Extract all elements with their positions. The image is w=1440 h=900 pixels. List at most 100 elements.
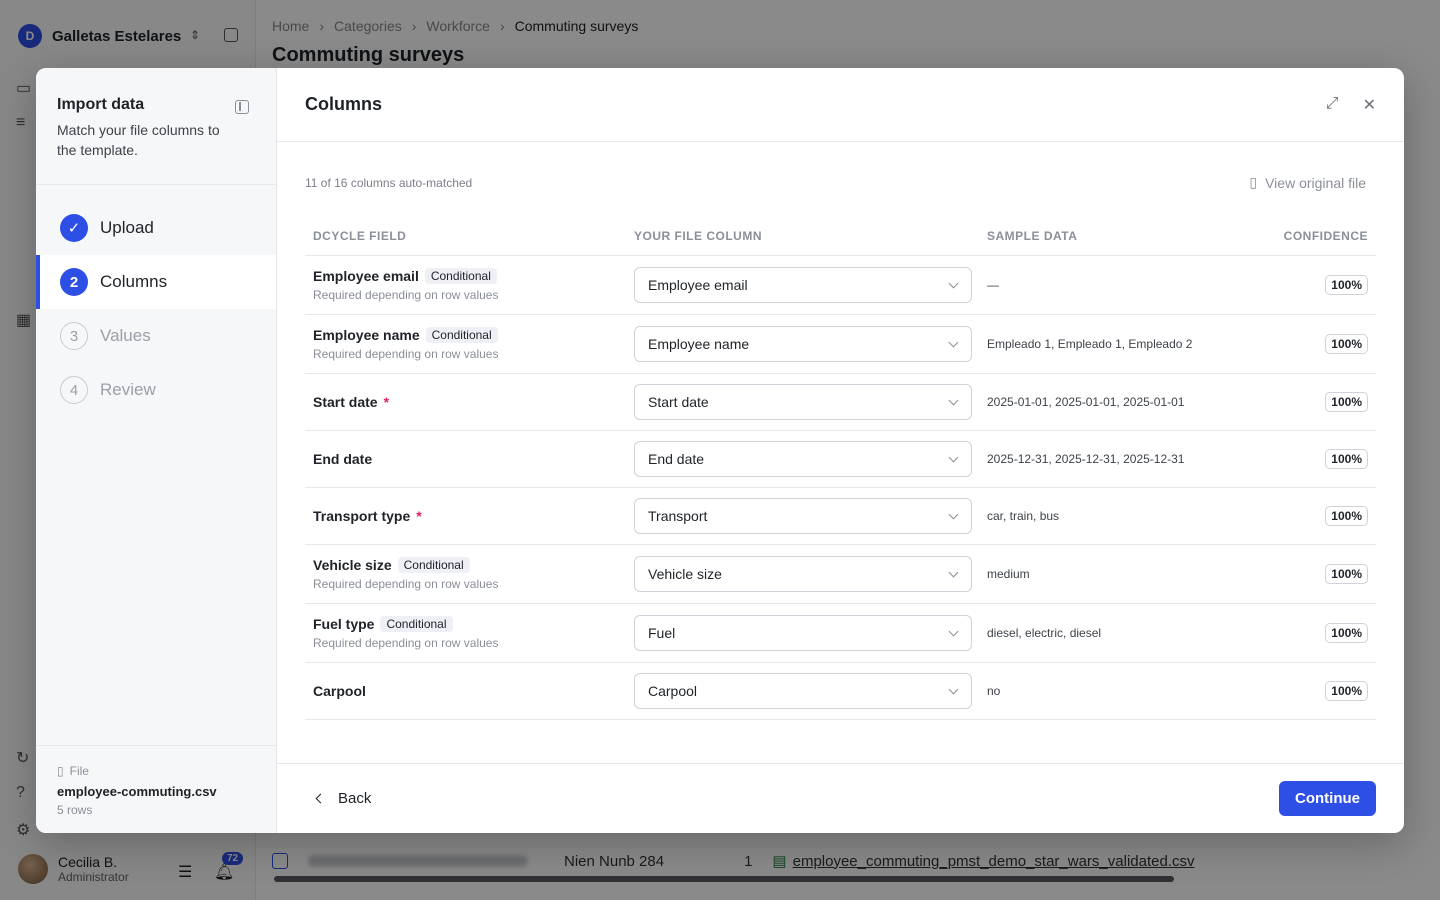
select-value: End date <box>648 451 705 467</box>
document-icon: ▯ <box>57 764 64 778</box>
panel-collapse-icon[interactable] <box>235 100 249 114</box>
conditional-badge: Conditional <box>424 268 497 284</box>
steps-panel: Import data Match your file columns to t… <box>36 68 277 833</box>
chevron-down-icon <box>948 567 959 577</box>
table-row: Start date * Start date 2025-01-01, 2025-01… <box>305 374 1376 431</box>
select-value: Employee email <box>648 277 748 293</box>
file-name: employee-commuting.csv <box>57 784 217 799</box>
conditional-badge: Conditional <box>425 327 498 343</box>
confidence-badge: 100% <box>1325 506 1368 526</box>
chevron-down-icon <box>948 278 959 288</box>
step-review: 4 Review <box>36 363 276 417</box>
field-cell: Carpool <box>313 683 634 699</box>
check-icon: ✓ <box>60 214 88 242</box>
file-column-select[interactable]: Vehicle size <box>634 556 972 592</box>
file-column-select[interactable]: Carpool <box>634 673 972 709</box>
chevron-left-icon <box>315 793 326 804</box>
header-confidence: CONFIDENCE <box>1283 229 1368 243</box>
select-value: Transport <box>648 508 708 524</box>
table-row: End date End date 2025-12-31, 2025-12-31, … <box>305 431 1376 488</box>
back-button[interactable]: Back <box>315 790 372 807</box>
file-info: ▯ File employee-commuting.csv 5 rows <box>36 745 276 833</box>
column-mapping-table: DCYCLE FIELD YOUR FILE COLUMN SAMPLE DAT… <box>305 229 1376 720</box>
steps-header: Import data Match your file columns to t… <box>36 68 276 185</box>
select-value: Vehicle size <box>648 566 722 582</box>
confidence-badge: 100% <box>1325 623 1368 643</box>
field-name: Vehicle size <box>313 557 392 573</box>
field-cell: Fuel type Conditional Required depending o… <box>313 616 634 650</box>
sample-data: diesel, electric, diesel <box>987 626 1102 640</box>
header-file-column: YOUR FILE COLUMN <box>634 229 762 243</box>
step-label: Review <box>100 380 156 399</box>
content-body[interactable]: 11 of 16 columns auto-matched ▯ View ori… <box>305 142 1376 762</box>
file-rows: 5 rows <box>57 803 93 817</box>
conditional-badge: Conditional <box>397 557 470 573</box>
table-row: Fuel type Conditional Required depending o… <box>305 604 1376 663</box>
step-columns[interactable]: 2 Columns <box>36 255 276 309</box>
select-value: Employee name <box>648 336 750 352</box>
chevron-down-icon <box>948 452 959 462</box>
confidence-badge: 100% <box>1325 334 1368 354</box>
continue-button[interactable]: Continue <box>1279 781 1376 816</box>
field-cell: Transport type * <box>313 508 634 524</box>
header-sample: SAMPLE DATA <box>987 229 1078 243</box>
select-value: Carpool <box>648 683 698 699</box>
auto-matched-status: 11 of 16 columns auto-matched <box>305 175 473 190</box>
field-name: Fuel type <box>313 616 375 632</box>
confidence-badge: 100% <box>1325 449 1368 469</box>
sample-data: car, train, bus <box>987 509 1060 523</box>
field-hint: Required depending on row values <box>313 347 499 361</box>
section-title: Columns <box>305 94 383 114</box>
step-label: Upload <box>100 218 154 237</box>
sample-data: 2025-12-31, 2025-12-31, 2025-12-31 <box>987 452 1185 466</box>
modal-subtitle: Match your file columns to the template. <box>57 122 220 158</box>
step-number: 4 <box>60 376 88 404</box>
file-column-select[interactable]: Transport <box>634 498 972 534</box>
confidence-badge: 100% <box>1325 392 1368 412</box>
field-cell: Vehicle size Conditional Required dependin… <box>313 557 634 591</box>
close-icon[interactable]: ✕ <box>1363 95 1376 115</box>
file-column-select[interactable]: Employee email <box>634 267 972 303</box>
content-header: Columns ⤢ ✕ <box>277 68 1404 142</box>
sample-data: — <box>987 278 999 292</box>
expand-icon[interactable]: ⤢ <box>1326 95 1339 115</box>
field-name: Employee name <box>313 327 420 343</box>
steps-list: ✓ Upload 2 Columns 3 Values 4 Review <box>36 185 276 417</box>
table-row: Employee email Conditional Required depend… <box>305 256 1376 315</box>
field-cell: Start date * <box>313 394 634 410</box>
field-name: End date <box>313 451 373 467</box>
table-row: Employee name Conditional Required dependi… <box>305 315 1376 374</box>
back-label: Back <box>338 790 372 807</box>
view-original-file-button[interactable]: ▯ View original file <box>1249 174 1366 191</box>
chevron-down-icon <box>948 626 959 636</box>
file-column-select[interactable]: Fuel <box>634 615 972 651</box>
file-column-select[interactable]: Employee name <box>634 326 972 362</box>
file-column-select[interactable]: Start date <box>634 384 972 420</box>
conditional-badge: Conditional <box>380 616 453 632</box>
file-column-select[interactable]: End date <box>634 441 972 477</box>
table-header: DCYCLE FIELD YOUR FILE COLUMN SAMPLE DAT… <box>305 229 1376 256</box>
step-number: 3 <box>60 322 88 350</box>
confidence-badge: 100% <box>1325 275 1368 295</box>
sample-data: no <box>987 684 1001 698</box>
field-cell: Employee name Conditional Required dependi… <box>313 327 634 361</box>
step-label: Columns <box>100 272 168 291</box>
document-icon: ▯ <box>1249 174 1258 190</box>
select-value: Fuel <box>648 625 676 641</box>
sample-data: medium <box>987 567 1030 581</box>
view-original-label: View original file <box>1265 174 1366 191</box>
sample-data: 2025-01-01, 2025-01-01, 2025-01-01 <box>987 395 1185 409</box>
step-values: 3 Values <box>36 309 276 363</box>
chevron-down-icon <box>948 509 959 519</box>
chevron-down-icon <box>948 684 959 694</box>
confidence-badge: 100% <box>1325 681 1368 701</box>
field-cell: Employee email Conditional Required depend… <box>313 268 634 302</box>
table-row: Carpool Carpool no 100% <box>305 663 1376 720</box>
field-name: Transport type <box>313 508 411 524</box>
import-data-modal: Import data Match your file columns to t… <box>36 68 1404 833</box>
field-name: Start date <box>313 394 378 410</box>
field-name: Employee email <box>313 268 419 284</box>
select-value: Start date <box>648 394 709 410</box>
step-upload[interactable]: ✓ Upload <box>36 201 276 255</box>
field-hint: Required depending on row values <box>313 288 499 302</box>
